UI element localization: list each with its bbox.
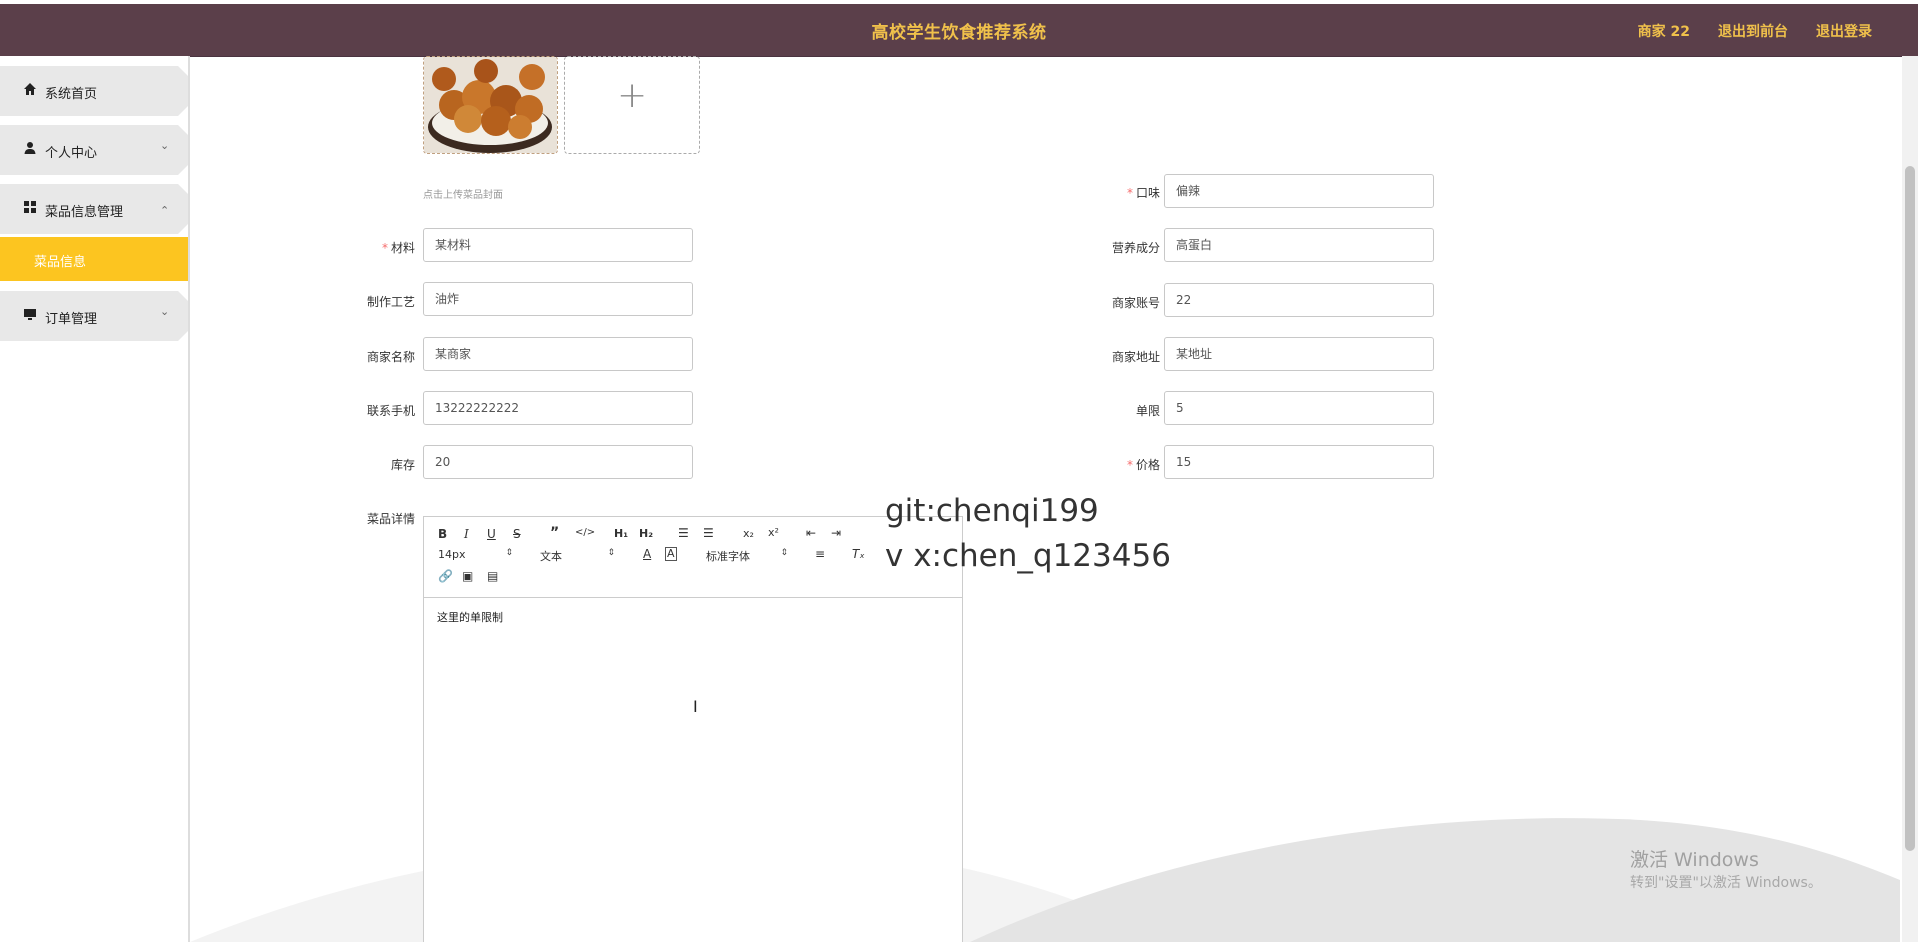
sidebar-item-label: 系统首页 — [45, 87, 98, 102]
merchant-address-input[interactable] — [1164, 337, 1434, 371]
sidebar-item-label: 菜品信息管理 — [45, 205, 124, 220]
heading1-icon[interactable]: H₁ — [614, 527, 628, 540]
chevron-up-icon: ⌃ — [160, 204, 170, 217]
merchant-account-link[interactable]: 商家 22 — [1638, 21, 1690, 41]
page-scrollbar[interactable] — [1902, 56, 1918, 942]
heading2-icon[interactable]: H₂ — [639, 527, 653, 540]
craft-label: 制作工艺 — [366, 295, 415, 309]
app-title: 高校学生饮食推荐系统 — [871, 23, 1047, 43]
stock-input[interactable] — [423, 445, 693, 479]
plus-icon: + — [617, 75, 648, 116]
ordered-list-icon[interactable]: ☰ — [678, 526, 689, 540]
back-to-front-link[interactable]: 退出到前台 — [1718, 21, 1788, 41]
user-icon — [24, 142, 36, 154]
chevron-down-icon: ⌄ — [160, 139, 170, 152]
sidebar: 系统首页 个人中心 ⌄ 菜品信息管理 ⌃ 菜品信息 订单管理 ⌄ — [0, 56, 190, 942]
font-family-select[interactable]: 标准字体 ⇕ — [706, 548, 788, 564]
required-mark: * — [1126, 458, 1133, 472]
dish-cover-image[interactable] — [423, 56, 558, 154]
merchant-name-label: 商家名称 — [366, 350, 415, 364]
image-icon[interactable]: ▣ — [462, 569, 473, 583]
sidebar-item-home[interactable]: 系统首页 — [0, 66, 188, 116]
bullet-list-icon[interactable]: ☰ — [703, 526, 714, 540]
rich-text-editor: B I U S ” </> H₁ H₂ ☰ ☰ x₂ x² ⇤ ⇥ 14px ⇕ … — [423, 516, 963, 942]
editor-content[interactable]: 这里的单限制 — [437, 609, 503, 625]
detail-label: 菜品详情 — [366, 512, 415, 526]
monitor-icon — [24, 309, 36, 320]
scrollbar-thumb[interactable] — [1905, 166, 1915, 851]
subscript-icon[interactable]: x₂ — [743, 527, 754, 540]
stock-label: 库存 — [390, 458, 415, 472]
material-label: * 材料 — [381, 241, 415, 255]
strikethrough-icon[interactable]: S — [513, 527, 521, 541]
blockquote-icon[interactable]: ” — [550, 525, 559, 541]
logout-link[interactable]: 退出登录 — [1816, 21, 1872, 41]
price-input[interactable] — [1164, 445, 1434, 479]
windows-activation-subtitle: 转到"设置"以激活 Windows。 — [1630, 875, 1822, 891]
required-mark: * — [381, 241, 388, 255]
home-icon — [24, 83, 36, 95]
merchant-account-label: 商家账号 — [1111, 296, 1160, 310]
material-input[interactable] — [423, 228, 693, 262]
video-icon[interactable]: ▤ — [487, 569, 498, 583]
text-cursor-icon: I — [693, 697, 698, 716]
overlay-text-git: git:chenqi199 — [885, 493, 1099, 529]
top-navbar: 高校学生饮食推荐系统 商家 22 退出到前台 退出登录 — [0, 4, 1918, 57]
nutrition-label: 营养成分 — [1111, 241, 1160, 255]
align-icon[interactable]: ≡ — [815, 547, 825, 561]
upload-add-button[interactable]: + — [564, 56, 700, 154]
required-mark: * — [1126, 186, 1133, 200]
limit-label: 单限 — [1135, 404, 1160, 418]
limit-input[interactable] — [1164, 391, 1434, 425]
taste-input[interactable] — [1164, 174, 1434, 208]
code-icon[interactable]: </> — [575, 527, 595, 538]
sidebar-subitem-label: 菜品信息 — [34, 255, 87, 270]
grid-icon — [24, 201, 36, 213]
merchant-account-input[interactable] — [1164, 283, 1434, 317]
sidebar-item-orders[interactable]: 订单管理 ⌄ — [0, 291, 188, 341]
windows-activation-title: 激活 Windows — [1630, 849, 1759, 871]
chevron-down-icon: ⌄ — [160, 305, 170, 318]
italic-icon[interactable]: I — [464, 527, 469, 541]
indent-icon[interactable]: ⇥ — [831, 526, 841, 540]
font-size-select[interactable]: 14px ⇕ — [438, 548, 513, 561]
taste-label: * 口味 — [1126, 186, 1160, 200]
superscript-icon[interactable]: x² — [768, 526, 779, 539]
upload-tip: 点击上传菜品封面 — [423, 190, 503, 201]
link-icon[interactable]: 🔗 — [438, 569, 453, 583]
sidebar-item-profile[interactable]: 个人中心 ⌄ — [0, 125, 188, 175]
background-color-icon[interactable]: A — [665, 547, 677, 561]
sidebar-subitem-dish-info[interactable]: 菜品信息 — [0, 237, 188, 281]
phone-label: 联系手机 — [366, 404, 415, 418]
top-links: 商家 22 退出到前台 退出登录 — [1638, 21, 1872, 41]
text-type-select[interactable]: 文本 ⇕ — [540, 548, 615, 564]
sidebar-item-dish-management[interactable]: 菜品信息管理 ⌃ — [0, 184, 188, 234]
overlay-text-wx: v x:chen_q123456 — [885, 538, 1171, 574]
font-color-icon[interactable]: A — [643, 547, 651, 561]
craft-input[interactable] — [423, 282, 693, 316]
sidebar-item-label: 个人中心 — [45, 146, 98, 161]
bold-icon[interactable]: B — [438, 527, 447, 541]
fried-chicken-image — [424, 57, 557, 153]
underline-icon[interactable]: U — [487, 527, 496, 541]
phone-input[interactable] — [423, 391, 693, 425]
merchant-address-label: 商家地址 — [1111, 350, 1160, 364]
merchant-name-input[interactable] — [423, 337, 693, 371]
outdent-icon[interactable]: ⇤ — [806, 526, 816, 540]
nutrition-input[interactable] — [1164, 228, 1434, 262]
sidebar-item-label: 订单管理 — [45, 312, 98, 327]
price-label: * 价格 — [1126, 458, 1160, 472]
clear-format-icon[interactable]: Tₓ — [852, 547, 865, 561]
editor-toolbar: B I U S ” </> H₁ H₂ ☰ ☰ x₂ x² ⇤ ⇥ 14px ⇕ … — [424, 517, 962, 598]
